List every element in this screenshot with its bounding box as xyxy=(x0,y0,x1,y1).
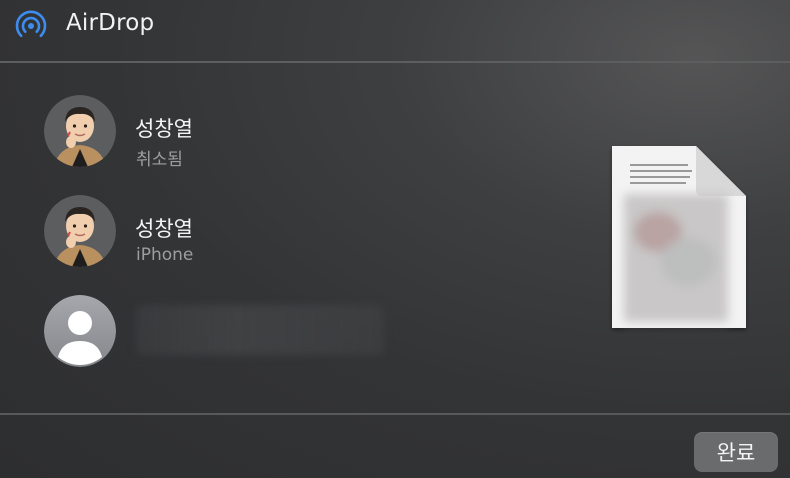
recipient-list: 성창열 취소됨 성창열 iPhone xyxy=(0,62,560,412)
airdrop-sheet: AirDrop 성창열 취소됨 성창열 iPhone 완료 xyxy=(0,0,790,478)
header: AirDrop xyxy=(0,0,790,62)
recipient-item[interactable] xyxy=(44,295,544,367)
airdrop-icon xyxy=(13,8,49,44)
recipient-item[interactable]: 성창열 취소됨 xyxy=(44,95,544,170)
document-preview-icon xyxy=(608,142,750,334)
recipient-item[interactable]: 성창열 iPhone xyxy=(44,195,544,267)
divider xyxy=(0,413,790,415)
recipient-device: iPhone xyxy=(136,245,194,265)
recipient-name: 성창열 xyxy=(135,217,193,241)
done-button[interactable]: 완료 xyxy=(694,432,778,472)
default-person-avatar xyxy=(44,295,116,367)
memoji-avatar xyxy=(44,95,116,167)
memoji-avatar xyxy=(44,195,116,267)
window-title: AirDrop xyxy=(66,10,155,36)
recipient-status: 취소됨 xyxy=(136,150,183,170)
blurred-name xyxy=(136,305,384,355)
recipient-name: 성창열 xyxy=(135,117,193,141)
